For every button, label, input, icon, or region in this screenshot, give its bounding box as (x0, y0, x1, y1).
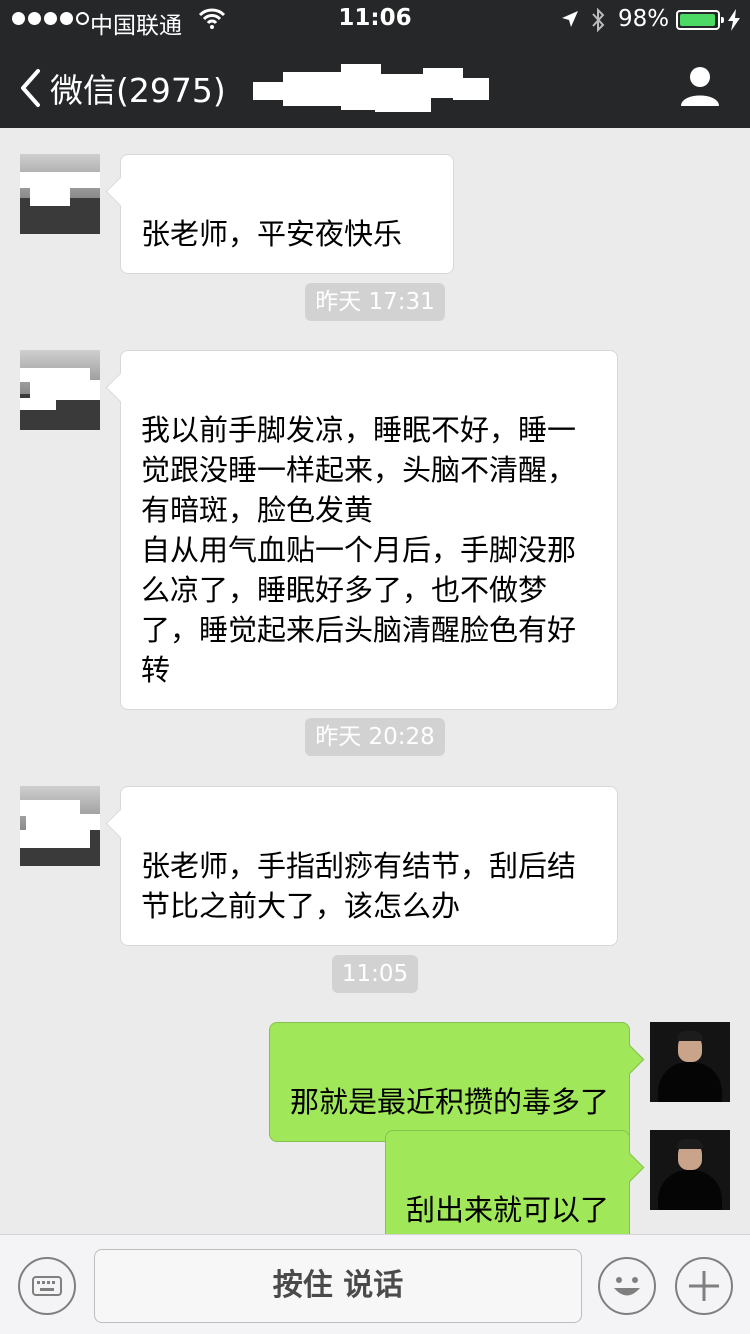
message-bubble-outgoing[interactable]: 那就是最近积攒的毒多了 (268, 1022, 630, 1142)
timestamp: 昨天 17:31 (0, 283, 750, 321)
message-bubble-incoming[interactable]: 我以前手脚发凉，睡眠不好，睡一觉跟没睡一样起来，头脑不清醒，有暗斑，脸色发黄 自… (120, 350, 618, 710)
keyboard-toggle-button[interactable] (18, 1257, 76, 1315)
contact-avatar[interactable] (20, 154, 100, 234)
message-text: 张老师，手指刮痧有结节，刮后结节比之前大了，该怎么办 (141, 849, 577, 923)
person-icon[interactable] (678, 64, 722, 108)
timestamp-label: 11:05 (331, 955, 419, 993)
chat-area[interactable]: 张老师，平安夜快乐 昨天 17:31 我以前手脚发凉，睡眠不好，睡一觉跟没睡一样… (0, 128, 750, 1250)
bluetooth-icon (592, 7, 605, 33)
emoji-button[interactable] (598, 1257, 656, 1315)
message-bubble-incoming[interactable]: 张老师，平安夜快乐 (120, 154, 454, 274)
location-arrow-icon (562, 11, 578, 27)
input-bar: 按住 说话 (0, 1234, 750, 1334)
message-text: 刮出来就可以了 (405, 1193, 609, 1227)
timestamp-label: 昨天 20:28 (305, 718, 445, 756)
charging-bolt-icon (728, 9, 740, 31)
my-avatar[interactable] (650, 1022, 730, 1102)
contact-avatar[interactable] (20, 786, 100, 866)
message-bubble-incoming[interactable]: 张老师，手指刮痧有结节，刮后结节比之前大了，该怎么办 (120, 786, 618, 946)
more-options-button[interactable] (675, 1257, 733, 1315)
timestamp-label: 昨天 17:31 (305, 283, 445, 321)
plus-icon (689, 1271, 719, 1301)
contact-avatar[interactable] (20, 350, 100, 430)
message-bubble-outgoing[interactable]: 刮出来就可以了 (384, 1130, 630, 1250)
contact-name-redacted (253, 64, 491, 116)
emoji-icon (614, 1277, 640, 1296)
message-text: 那就是最近积攒的毒多了 (289, 1085, 609, 1119)
battery-percent: 98% (618, 6, 670, 32)
top-bar: 中国联通 11:06 98% 微信(2975) (0, 0, 750, 128)
back-button[interactable]: 微信(2975) (18, 64, 226, 112)
keyboard-icon (32, 1276, 62, 1296)
message-text: 我以前手脚发凉，睡眠不好，睡一觉跟没睡一样起来，头脑不清醒，有暗斑，脸色发黄 自… (141, 413, 577, 687)
timestamp: 昨天 20:28 (0, 718, 750, 756)
back-label: 微信(2975) (50, 71, 226, 110)
status-bar: 中国联通 11:06 98% (0, 0, 750, 40)
my-avatar[interactable] (650, 1130, 730, 1210)
nav-bar: 微信(2975) (0, 44, 750, 128)
battery-icon (676, 10, 724, 30)
hold-to-talk-button[interactable]: 按住 说话 (94, 1249, 582, 1323)
chevron-left-icon (21, 69, 40, 107)
timestamp: 11:05 (0, 955, 750, 993)
message-text: 张老师，平安夜快乐 (141, 217, 403, 251)
